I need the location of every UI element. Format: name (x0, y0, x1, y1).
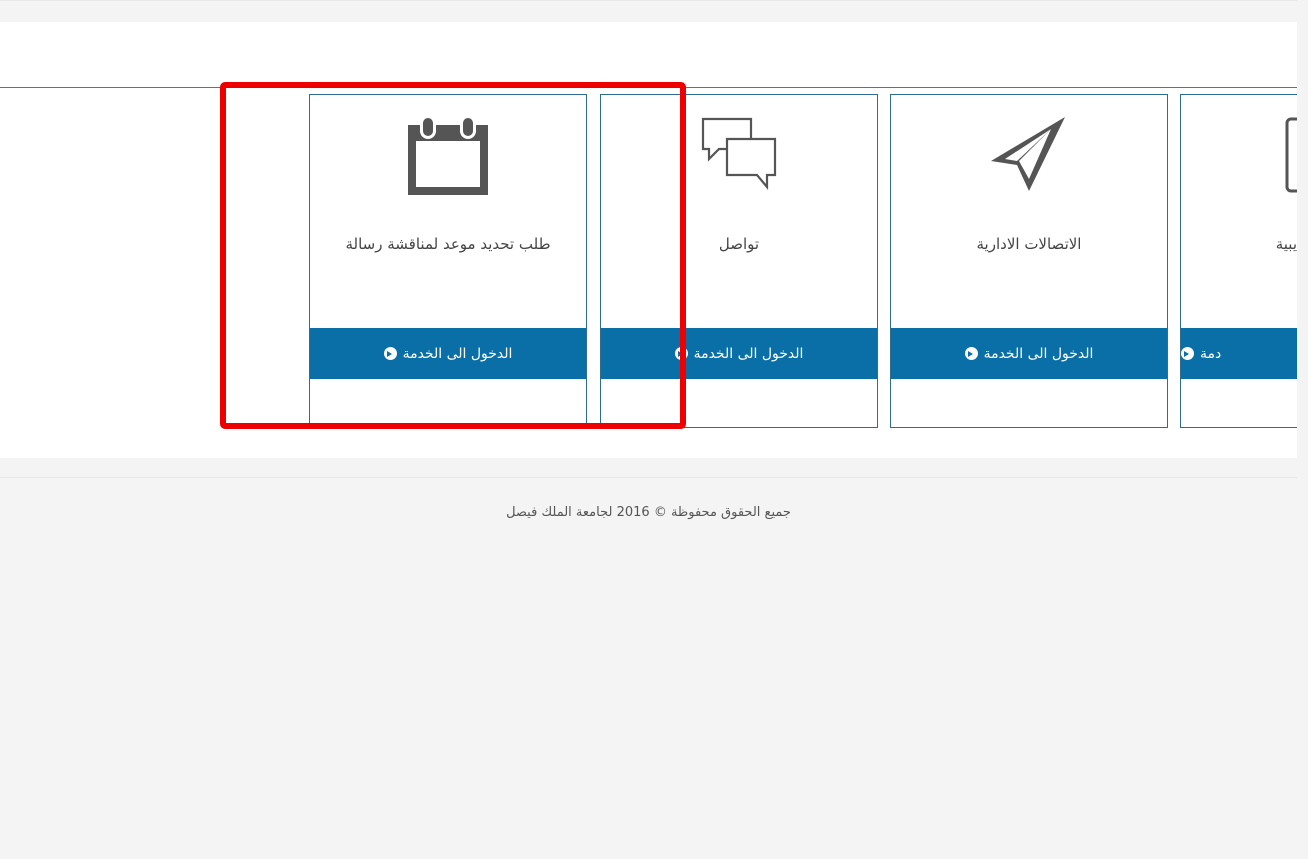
footer-copyright: جميع الحقوق محفوظة © 2016 لجامعة الملك ف… (506, 505, 791, 520)
service-title: الاتصالات الادارية (976, 235, 1082, 253)
tablet-icon (1181, 105, 1297, 205)
arrow-circle-icon (674, 347, 688, 360)
enter-service-button[interactable]: الدخول الى الخدمة (310, 328, 586, 379)
service-title: طلب تحديد موعد لمناقشة رسالة (345, 235, 551, 253)
calendar-icon (310, 105, 586, 205)
paper-plane-icon (891, 105, 1167, 205)
service-title: تواصل (718, 235, 760, 253)
service-card-contact: تواصل الدخول الى الخدمة (600, 94, 878, 428)
top-strip (0, 0, 1297, 23)
chat-bubbles-icon (601, 105, 877, 205)
service-card-partial: يبية دمة (1180, 94, 1297, 428)
enter-service-button[interactable]: دمة (1181, 328, 1297, 379)
enter-service-button[interactable]: الدخول الى الخدمة (601, 328, 877, 379)
service-title: يبية (1275, 235, 1297, 253)
arrow-circle-icon (383, 347, 397, 360)
arrow-circle-icon (964, 347, 978, 360)
enter-service-label: دمة (1200, 345, 1222, 362)
enter-service-button[interactable]: الدخول الى الخدمة (891, 328, 1167, 379)
enter-service-label: الدخول الى الخدمة (983, 345, 1094, 362)
section-divider (0, 87, 1297, 88)
service-card-thesis-appointment: طلب تحديد موعد لمناقشة رسالة الدخول الى … (309, 94, 587, 428)
footer-divider (0, 477, 1297, 478)
enter-service-label: الدخول الى الخدمة (693, 345, 804, 362)
service-card-admin-communications: الاتصالات الادارية الدخول الى الخدمة (890, 94, 1168, 428)
arrow-circle-icon (1181, 347, 1194, 360)
enter-service-label: الدخول الى الخدمة (402, 345, 513, 362)
page: طلب تحديد موعد لمناقشة رسالة الدخول الى … (0, 0, 1308, 859)
